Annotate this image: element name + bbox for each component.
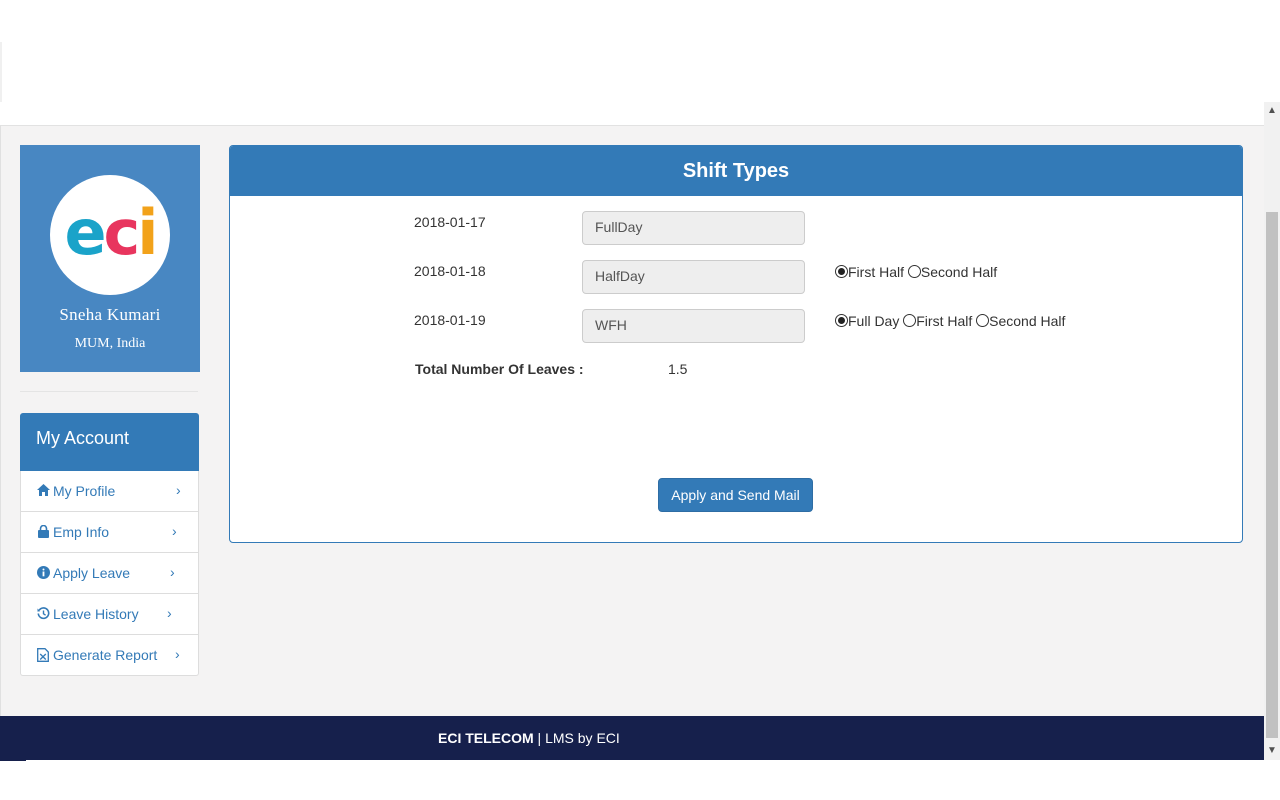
logo-letter: c bbox=[103, 196, 141, 269]
info-icon bbox=[36, 566, 50, 580]
leave-date: 2018-01-18 bbox=[414, 263, 486, 279]
shift-type-field[interactable]: HalfDay bbox=[582, 260, 805, 294]
chevron-right-icon: › bbox=[167, 605, 172, 621]
profile-location: MUM, India bbox=[74, 336, 146, 351]
radio-label: Second Half bbox=[920, 264, 998, 280]
radio-label: Second Half bbox=[989, 313, 1066, 329]
scrollbar-thumb[interactable] bbox=[1266, 212, 1278, 738]
shift-type-field[interactable]: WFH bbox=[582, 309, 805, 343]
radio-first-half[interactable] bbox=[835, 265, 848, 278]
footer: ECI TELECOM | LMS by ECI bbox=[0, 716, 1264, 760]
sidebar-item-emp-info[interactable]: Emp Info › bbox=[20, 512, 199, 553]
radio-label: First Half bbox=[848, 264, 904, 280]
shift-type-field[interactable]: FullDay bbox=[582, 211, 805, 245]
logo-letter: e bbox=[64, 196, 106, 269]
leave-date: 2018-01-17 bbox=[414, 214, 486, 230]
footer-company: ECI TELECOM bbox=[438, 730, 534, 746]
footer-separator: | bbox=[533, 730, 546, 746]
sidebar-item-label: Leave History bbox=[53, 606, 139, 622]
home-icon bbox=[36, 484, 50, 498]
sidebar-item-my-profile[interactable]: My Profile › bbox=[20, 471, 199, 512]
scroll-up-icon[interactable]: ▲ bbox=[1264, 102, 1280, 120]
total-leaves-value: 1.5 bbox=[668, 361, 688, 377]
history-icon bbox=[36, 607, 50, 621]
radio-label: First Half bbox=[916, 313, 973, 329]
footer-text: ECI TELECOM | LMS by ECI bbox=[438, 730, 620, 746]
panel-header: Shift Types bbox=[230, 146, 1242, 196]
bottom-edge-mark bbox=[0, 760, 26, 761]
profile-card: eci Sneha Kumari MUM, India bbox=[20, 145, 200, 372]
leave-date: 2018-01-19 bbox=[414, 312, 486, 328]
page: eci Sneha Kumari MUM, India My Account M… bbox=[0, 0, 1280, 800]
file-excel-icon bbox=[36, 648, 50, 662]
account-menu: My Profile › Emp Info › Apply Leave › Le… bbox=[20, 471, 199, 676]
sidebar-item-apply-leave[interactable]: Apply Leave › bbox=[20, 553, 199, 594]
sidebar-item-label: Generate Report bbox=[53, 647, 158, 663]
left-edge-mark bbox=[0, 42, 2, 102]
sidebar-divider bbox=[20, 391, 198, 392]
chevron-right-icon: › bbox=[172, 523, 177, 539]
shift-types-panel: Shift Types 2018-01-17 FullDay 2018-01-1… bbox=[229, 145, 1243, 543]
my-account-title: My Account bbox=[36, 428, 130, 448]
radio-label: Full Day bbox=[848, 313, 900, 329]
sidebar-item-label: Apply Leave bbox=[53, 565, 131, 581]
scroll-down-icon[interactable]: ▼ bbox=[1264, 742, 1280, 760]
radio-first-half[interactable] bbox=[903, 314, 917, 327]
wfh-options: Full Day First Half Second Half bbox=[835, 313, 1065, 329]
footer-product: LMS by ECI bbox=[545, 730, 620, 746]
half-day-options: First Half Second Half bbox=[835, 264, 997, 280]
sidebar-item-label: My Profile bbox=[53, 483, 116, 499]
sidebar-item-label: Emp Info bbox=[53, 524, 110, 540]
profile-name: Sneha Kumari bbox=[59, 305, 161, 324]
radio-second-half[interactable] bbox=[976, 314, 990, 327]
total-leaves-label: Total Number Of Leaves : bbox=[415, 361, 584, 377]
bottom-blank-area bbox=[0, 760, 1280, 800]
chevron-right-icon: › bbox=[170, 564, 175, 580]
chevron-right-icon: › bbox=[176, 482, 181, 498]
radio-full-day[interactable] bbox=[835, 314, 848, 327]
my-account-header: My Account bbox=[20, 413, 199, 471]
sidebar-item-generate-report[interactable]: Generate Report › bbox=[20, 635, 199, 676]
top-blank-area bbox=[0, 0, 1264, 125]
logo-letter: i bbox=[137, 196, 158, 269]
panel-title: Shift Types bbox=[682, 160, 790, 182]
sidebar-item-leave-history[interactable]: Leave History › bbox=[20, 594, 199, 635]
eci-logo: eci bbox=[50, 175, 170, 295]
chevron-right-icon: › bbox=[175, 646, 180, 662]
apply-send-mail-button[interactable]: Apply and Send Mail bbox=[658, 478, 813, 512]
page-scrollbar[interactable]: ▲ ▼ bbox=[1264, 102, 1280, 760]
radio-second-half[interactable] bbox=[907, 265, 921, 278]
lock-icon bbox=[36, 524, 50, 539]
